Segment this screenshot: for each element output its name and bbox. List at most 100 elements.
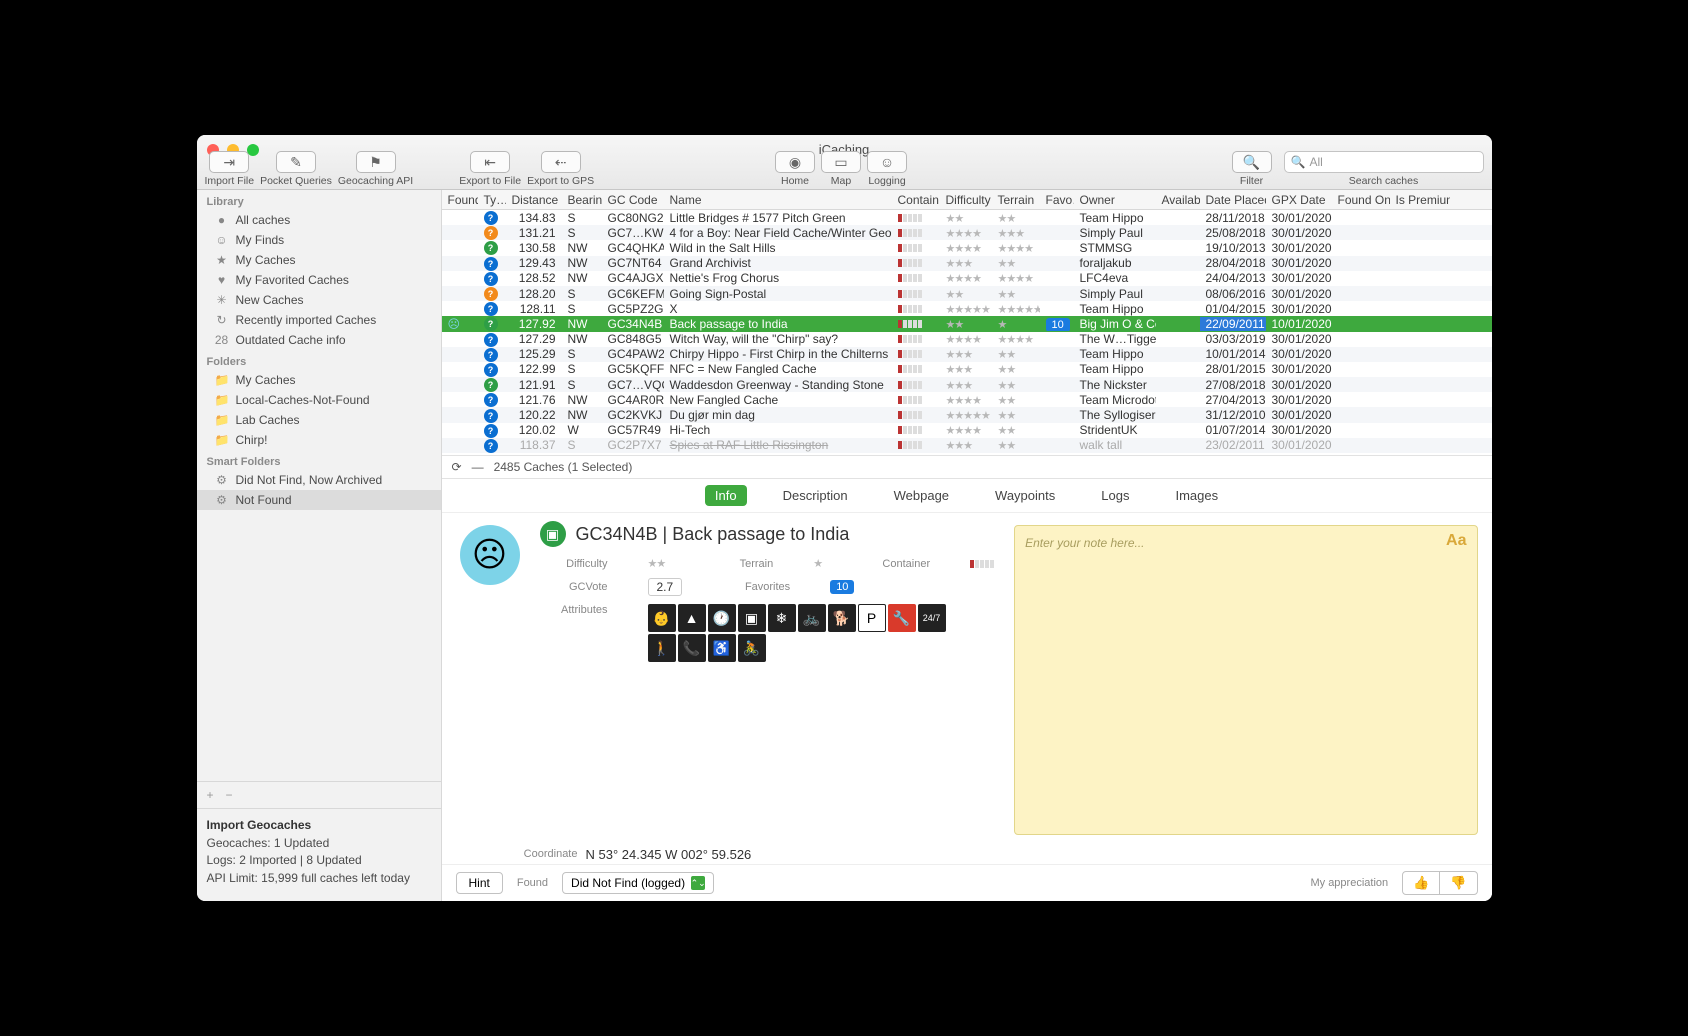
- column-header[interactable]: Found: [442, 193, 478, 207]
- sidebar-item[interactable]: 28Outdated Cache info: [197, 330, 441, 350]
- chevron-updown-icon: ⌃⌄: [691, 876, 705, 890]
- table-row[interactable]: ?129.43NWGC7NT64Grand Archivist★★★★★fora…: [442, 256, 1492, 271]
- column-header[interactable]: Is Premium: [1390, 193, 1450, 207]
- column-header[interactable]: Terrain: [992, 193, 1040, 207]
- remove-button[interactable]: −: [226, 788, 233, 802]
- terrain-stars: ★: [813, 557, 822, 570]
- hint-button[interactable]: Hint: [456, 872, 503, 894]
- column-header[interactable]: Date Placed: [1200, 193, 1266, 207]
- table-row[interactable]: ☹?127.92NWGC34N4BBack passage to India★★…: [442, 316, 1492, 331]
- 247-icon: 24/7: [918, 604, 946, 632]
- attributes: 👶▲🕐▣❄🚲🐕P🔧 24/7🚶📞♿🚴: [648, 604, 948, 662]
- filter-button[interactable]: 🔍Filter: [1232, 151, 1272, 187]
- table-row[interactable]: ?130.58NWGC4QHKAWild in the Salt Hills★★…: [442, 240, 1492, 255]
- home-button[interactable]: ◉Home: [775, 151, 815, 187]
- table-body[interactable]: ?134.83SGC80NG2Little Bridges # 1577 Pit…: [442, 210, 1492, 455]
- tab-images[interactable]: Images: [1165, 485, 1228, 506]
- column-header[interactable]: Difficulty: [940, 193, 992, 207]
- search-caption: Search caches: [1349, 175, 1418, 187]
- thumbs-down-icon: 👎: [1439, 872, 1476, 894]
- import-status: Import Geocaches Geocaches: 1 Updated Lo…: [197, 808, 441, 901]
- column-header[interactable]: Name: [664, 193, 892, 207]
- tab-logs[interactable]: Logs: [1091, 485, 1139, 506]
- pocket-queries-button[interactable]: ✎Pocket Queries: [260, 151, 332, 187]
- export-file-button[interactable]: ⇤Export to File: [459, 151, 521, 187]
- map-icon: ▭: [821, 151, 861, 173]
- sidebar-item[interactable]: ☺My Finds: [197, 230, 441, 250]
- winter-icon: ❄: [768, 604, 796, 632]
- search-icon: 🔍: [1291, 155, 1306, 169]
- table-row[interactable]: ?121.91SGC7…VQQWaddesdon Greenway - Stan…: [442, 377, 1492, 392]
- sidebar-folder[interactable]: 📁My Caches: [197, 370, 441, 390]
- sidebar-footer: + −: [197, 781, 441, 808]
- table-row[interactable]: ?125.29SGC4PAW2Chirpy Hippo - First Chir…: [442, 347, 1492, 362]
- table-row[interactable]: ?121.76NWGC4AR0RNew Fangled Cache★★★★★★T…: [442, 392, 1492, 407]
- column-header[interactable]: Owner: [1074, 193, 1156, 207]
- sidebar-smart-head: Smart Folders: [197, 450, 441, 470]
- stroller-icon: 👶: [648, 604, 676, 632]
- column-header[interactable]: Available: [1156, 193, 1200, 207]
- column-header[interactable]: Favo…: [1040, 193, 1074, 207]
- table-row[interactable]: ?127.29NWGC848G5Witch Way, will the "Chi…: [442, 332, 1492, 347]
- table-row[interactable]: ?128.11SGC5PZ2GX★★★★★★★★★★Team Hippo01/0…: [442, 301, 1492, 316]
- favorites-badge: 10: [830, 580, 854, 594]
- titlebar: iCaching ⇥Import File ✎Pocket Queries ⚑G…: [197, 135, 1492, 190]
- font-icon[interactable]: Aa: [1446, 532, 1466, 550]
- coordinate-value: N 53° 24.345 W 002° 59.526: [586, 847, 752, 862]
- tab-webpage[interactable]: Webpage: [884, 485, 959, 506]
- logging-button[interactable]: ☺Logging: [867, 151, 907, 187]
- app-window: iCaching ⇥Import File ✎Pocket Queries ⚑G…: [197, 135, 1492, 901]
- export-gps-button[interactable]: ⇠Export to GPS: [527, 151, 594, 187]
- found-select[interactable]: Did Not Find (logged)⌃⌄: [562, 872, 714, 894]
- map-button[interactable]: ▭Map: [821, 151, 861, 187]
- sidebar-item[interactable]: ✳New Caches: [197, 290, 441, 310]
- sidebar-item[interactable]: ●All caches: [197, 210, 441, 230]
- remove-icon[interactable]: —: [472, 460, 484, 474]
- pin-icon: ◉: [775, 151, 815, 173]
- sidebar-folder[interactable]: 📁Chirp!: [197, 430, 441, 450]
- column-header[interactable]: Contain…: [892, 193, 940, 207]
- column-header[interactable]: GPX Date: [1266, 193, 1332, 207]
- table-row[interactable]: ?118.37SGC2P7X7Spies at RAF Little Rissi…: [442, 438, 1492, 453]
- column-header[interactable]: Found On: [1332, 193, 1390, 207]
- sidebar-item[interactable]: ↻Recently imported Caches: [197, 310, 441, 330]
- note-field[interactable]: Enter your note here... Aa: [1014, 525, 1477, 835]
- tab-description[interactable]: Description: [773, 485, 858, 506]
- pet-icon: 🐕: [828, 604, 856, 632]
- sidebar-folders-head: Folders: [197, 350, 441, 370]
- gcvote-value: 2.7: [648, 578, 683, 596]
- magnifier-icon: 🔍: [1232, 151, 1272, 173]
- import-file-button[interactable]: ⇥Import File: [205, 151, 255, 187]
- add-button[interactable]: +: [207, 788, 214, 802]
- column-header[interactable]: Bearing: [562, 193, 602, 207]
- table-header[interactable]: FoundTy…Distance ⌄BearingGC CodeNameCont…: [442, 190, 1492, 210]
- table-row[interactable]: ?120.22NWGC2KVKJDu gjør min dag★★★★★★★Th…: [442, 407, 1492, 422]
- container-size: [970, 560, 994, 568]
- tool-icon: 🔧: [888, 604, 916, 632]
- refresh-icon[interactable]: ⟳: [452, 460, 462, 474]
- sidebar-smart-folder[interactable]: ⚙Did Not Find, Now Archived: [197, 470, 441, 490]
- column-header[interactable]: Distance ⌄: [506, 193, 562, 207]
- table-row[interactable]: ?120.02WGC57R49Hi-Tech★★★★★★StridentUK01…: [442, 423, 1492, 438]
- sidebar-folder[interactable]: 📁Local-Caches-Not-Found: [197, 390, 441, 410]
- geocaching-api-button[interactable]: ⚑Geocaching API: [338, 151, 413, 187]
- table-row[interactable]: ?122.99SGC5KQFFNFC = New Fangled Cache★★…: [442, 362, 1492, 377]
- sidebar-item[interactable]: ♥My Favorited Caches: [197, 270, 441, 290]
- sad-face-icon: ☹: [460, 525, 520, 585]
- appreciation-buttons[interactable]: 👍👎: [1402, 871, 1477, 895]
- table-status: ⟳ — 2485 Caches (1 Selected): [442, 455, 1492, 479]
- search-input[interactable]: 🔍All: [1284, 151, 1484, 173]
- table-row[interactable]: ?128.20SGC6KEFMGoing Sign-Postal★★★★Simp…: [442, 286, 1492, 301]
- table-row[interactable]: ?131.21SGC7…KW4 for a Boy: Near Field Ca…: [442, 225, 1492, 240]
- sidebar-folder[interactable]: 📁Lab Caches: [197, 410, 441, 430]
- column-header[interactable]: Ty…: [478, 193, 506, 207]
- tab-waypoints[interactable]: Waypoints: [985, 485, 1065, 506]
- wheelchair-icon: ♿: [708, 634, 736, 662]
- sidebar-item[interactable]: ★My Caches: [197, 250, 441, 270]
- table-row[interactable]: ?128.52NWGC4AJGXNettie's Frog Chorus★★★★…: [442, 271, 1492, 286]
- table-row[interactable]: ?134.83SGC80NG2Little Bridges # 1577 Pit…: [442, 210, 1492, 225]
- toolbar: ⇥Import File ✎Pocket Queries ⚑Geocaching…: [197, 139, 1492, 189]
- sidebar-smart-folder[interactable]: ⚙Not Found: [197, 490, 441, 510]
- column-header[interactable]: GC Code: [602, 193, 664, 207]
- tab-info[interactable]: Info: [705, 485, 747, 506]
